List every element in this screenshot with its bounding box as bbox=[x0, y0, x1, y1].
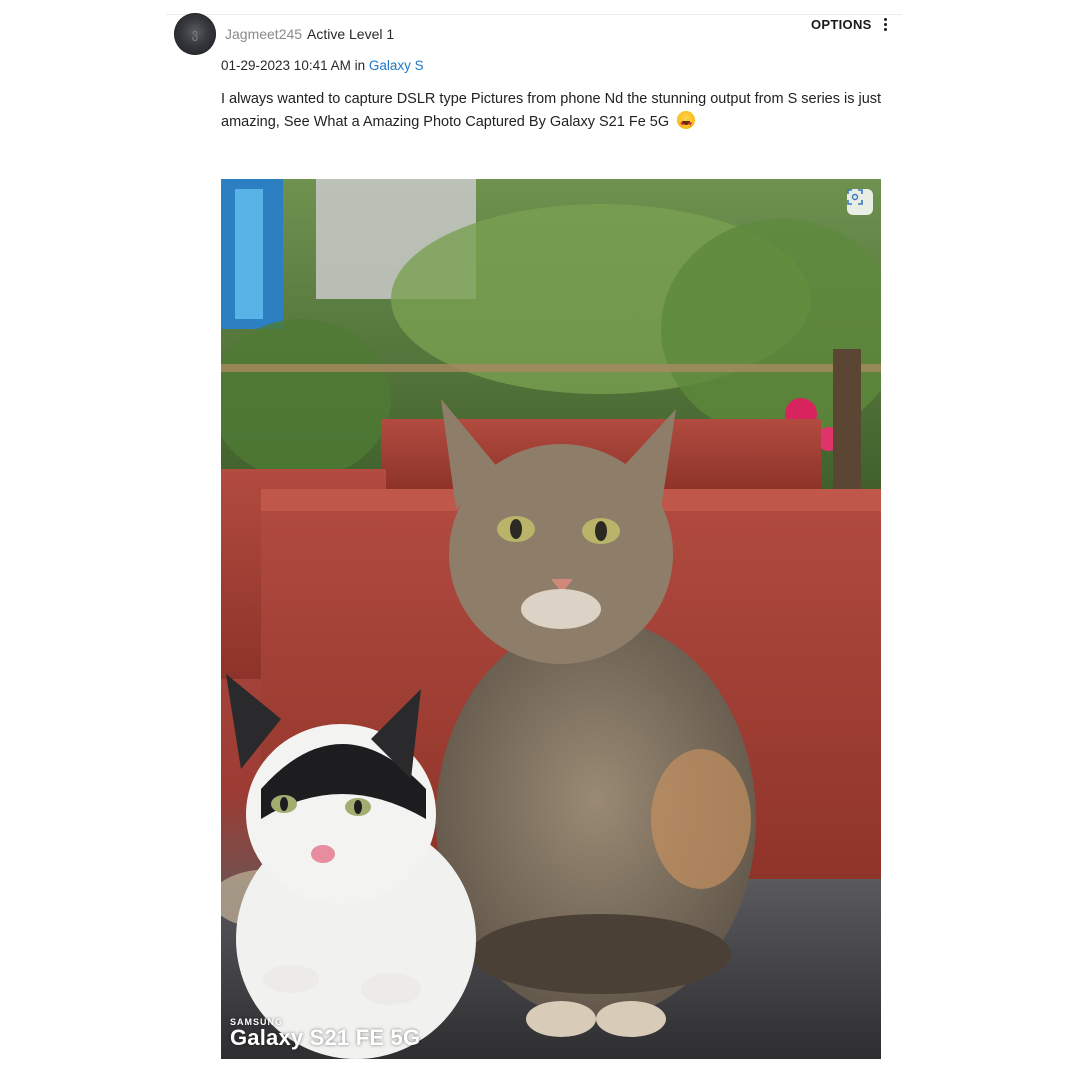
avatar[interactable]: ვ bbox=[174, 13, 216, 55]
avatar-glyph-icon: ვ bbox=[191, 26, 199, 41]
options-menu-button[interactable]: OPTIONS bbox=[811, 17, 888, 32]
cats-photo-illustration bbox=[221, 179, 881, 1059]
post-photo[interactable]: SAMSUNG Galaxy S21 FE 5G bbox=[221, 179, 881, 1059]
photo-watermark: SAMSUNG Galaxy S21 FE 5G bbox=[230, 1017, 420, 1051]
watermark-model: Galaxy S21 FE 5G bbox=[230, 1025, 421, 1050]
meta-in-word: in bbox=[354, 58, 366, 73]
image-scan-icon bbox=[847, 189, 863, 205]
options-label: OPTIONS bbox=[811, 17, 872, 32]
kebab-menu-icon bbox=[883, 18, 888, 31]
board-link[interactable]: Galaxy S bbox=[369, 58, 424, 73]
post-top-divider bbox=[166, 14, 902, 15]
smiling-face-with-heart-eyes-icon bbox=[677, 111, 696, 136]
author-rank: Active Level 1 bbox=[307, 26, 395, 42]
post-body: I always wanted to capture DSLR type Pic… bbox=[221, 88, 889, 136]
author-username[interactable]: Jagmeet245 bbox=[225, 26, 302, 42]
post-timestamp: 01-29-2023 10:41 AM bbox=[221, 58, 351, 73]
post-body-text: I always wanted to capture DSLR type Pic… bbox=[221, 91, 882, 130]
image-scan-button[interactable] bbox=[847, 189, 873, 215]
post-meta: 01-29-2023 10:41 AM in Galaxy S bbox=[221, 58, 424, 73]
